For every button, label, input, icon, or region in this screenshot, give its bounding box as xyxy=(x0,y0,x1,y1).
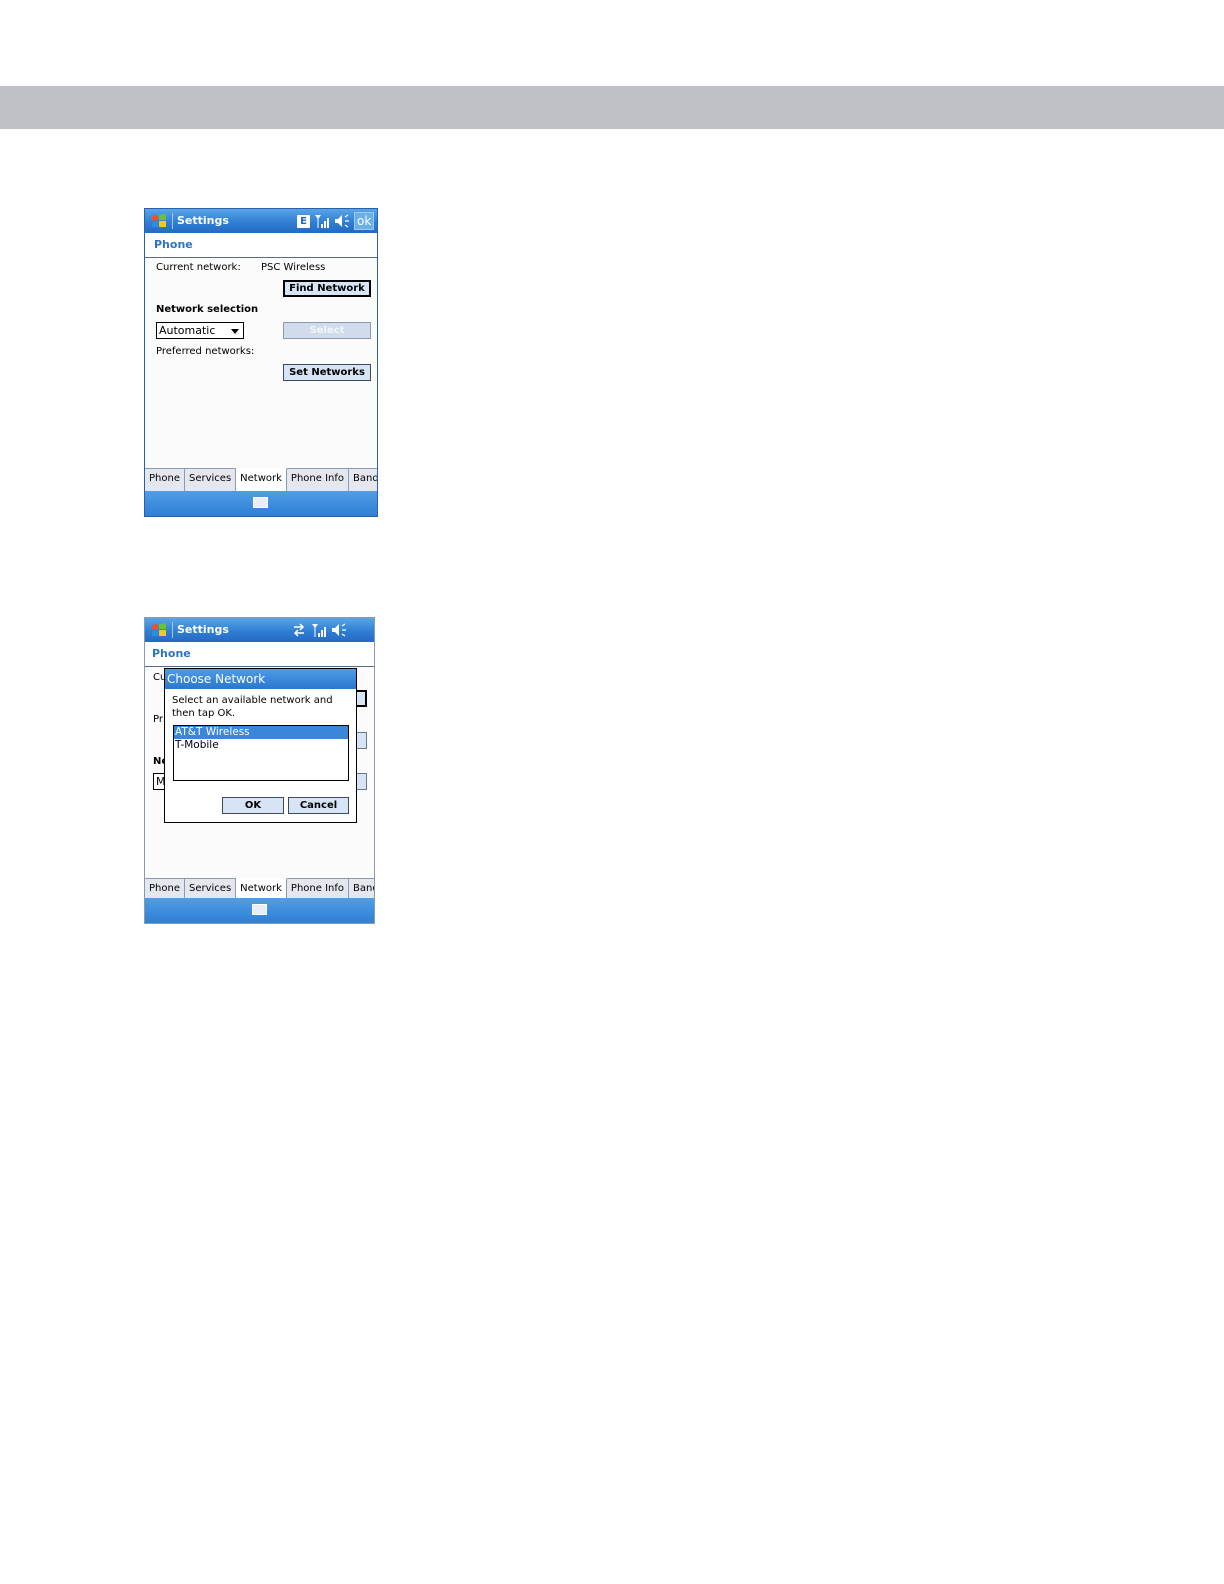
chevron-down-icon xyxy=(231,329,239,334)
network-selection-dropdown[interactable]: Automatic xyxy=(156,322,244,339)
windows-start-icon[interactable] xyxy=(150,212,168,230)
page-header-band xyxy=(0,86,1224,129)
preferred-label-partial: Pr xyxy=(153,714,163,725)
network-list-item[interactable]: T-Mobile xyxy=(174,739,348,752)
keyboard-icon[interactable] xyxy=(251,904,267,915)
speaker-icon[interactable] xyxy=(334,213,350,229)
speaker-icon[interactable] xyxy=(331,622,347,638)
title-separator xyxy=(172,213,173,229)
ok-button[interactable]: ok xyxy=(354,212,375,230)
keyboard-icon[interactable] xyxy=(253,497,268,508)
status-icons xyxy=(291,621,347,639)
cancel-button[interactable]: Cancel xyxy=(288,797,349,814)
preferred-networks-label: Preferred networks: xyxy=(156,346,255,357)
signal-icon[interactable] xyxy=(314,213,330,229)
title-bar: Settings E ok xyxy=(145,209,377,233)
window-title: Settings xyxy=(177,623,229,636)
current-network-label: Current network: xyxy=(156,262,241,273)
network-selection-label: Network selection xyxy=(156,304,259,315)
status-icons: E ok xyxy=(297,212,375,230)
network-list[interactable]: AT&T Wireless T-Mobile xyxy=(173,725,349,781)
network-list-item-selected[interactable]: AT&T Wireless xyxy=(174,726,348,739)
signal-icon[interactable] xyxy=(311,622,327,638)
tab-phone-info[interactable]: Phone Info xyxy=(286,469,350,491)
dialog-title: Choose Network xyxy=(165,669,356,689)
title-bar: Settings xyxy=(145,618,374,642)
current-network-value: PSC Wireless xyxy=(261,262,326,273)
tab-services[interactable]: Services xyxy=(184,469,237,491)
dialog-message: Select an available network and then tap… xyxy=(172,695,333,719)
tab-band[interactable]: Band xyxy=(349,469,377,491)
ok-button[interactable]: OK xyxy=(222,797,284,814)
header-title: Phone xyxy=(154,238,193,251)
window-title: Settings xyxy=(177,214,229,227)
page-header: Phone xyxy=(145,233,377,258)
choose-network-dialog: Choose Network Select an available netwo… xyxy=(164,668,357,823)
page-header: Phone xyxy=(145,642,374,667)
tab-network[interactable]: Network xyxy=(236,468,287,491)
set-networks-button[interactable]: Set Networks xyxy=(283,364,371,381)
windows-start-icon[interactable] xyxy=(150,621,168,639)
settings-network-screen: Settings E ok Phone Current network: PSC… xyxy=(144,208,378,517)
tab-phone[interactable]: Phone xyxy=(145,469,185,491)
data-arrows-icon[interactable] xyxy=(291,622,307,638)
title-separator xyxy=(172,622,173,638)
menu-bar xyxy=(145,898,374,923)
edge-e-icon[interactable]: E xyxy=(297,214,310,228)
header-title: Phone xyxy=(152,647,191,660)
tab-bar: Phone Services Network Phone Info Band xyxy=(145,468,377,491)
select-button[interactable]: Select xyxy=(283,322,371,339)
find-network-button[interactable]: Find Network xyxy=(283,280,371,297)
network-selection-value: Automatic xyxy=(159,324,216,337)
menu-bar xyxy=(145,491,377,516)
choose-network-screen: Settings Phone Cu Pr Ne M Choose Network… xyxy=(144,617,375,924)
